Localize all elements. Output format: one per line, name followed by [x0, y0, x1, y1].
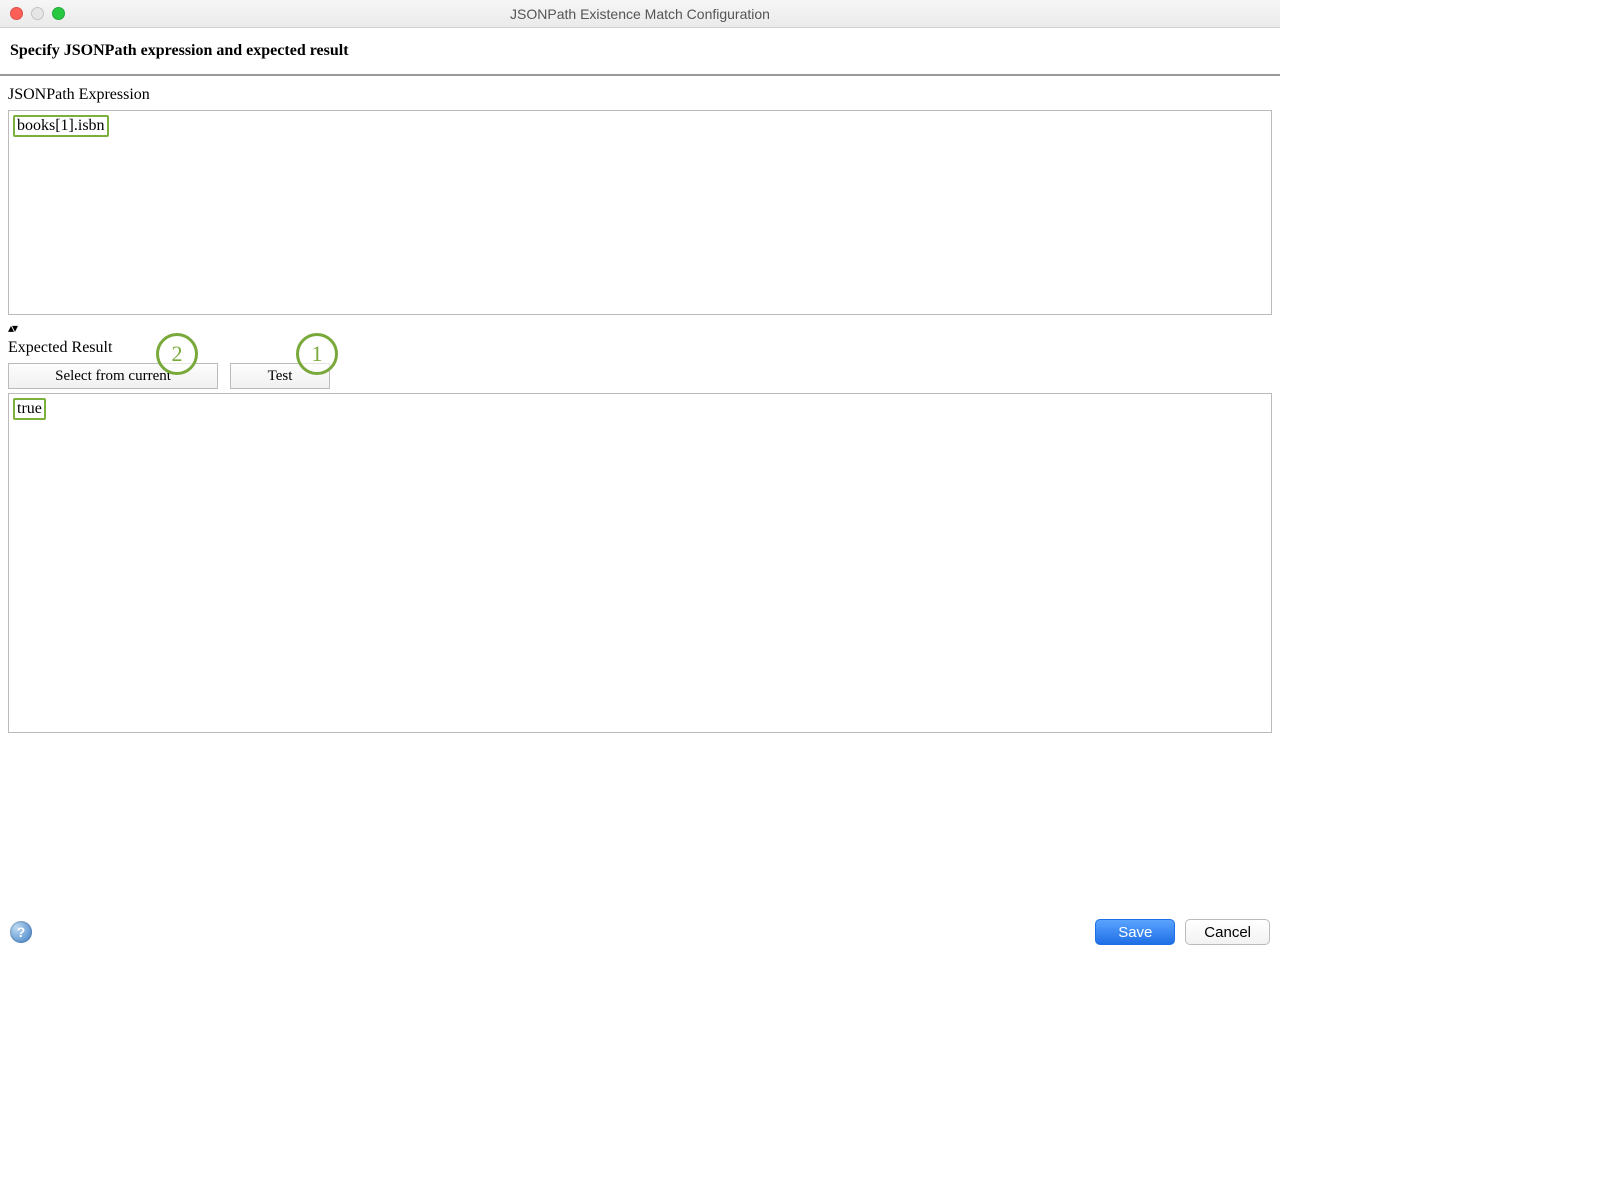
test-button[interactable]: Test: [230, 363, 330, 389]
expected-label: Expected Result: [8, 339, 1272, 357]
content-area: JSONPath Expression books[1].isbn ▴▾ Exp…: [0, 76, 1280, 913]
save-button[interactable]: Save: [1095, 919, 1175, 945]
help-icon[interactable]: ?: [10, 921, 32, 943]
expected-result-input[interactable]: true: [8, 393, 1272, 733]
titlebar: JSONPath Existence Match Configuration: [0, 0, 1280, 28]
page-header: Specify JSONPath expression and expected…: [0, 28, 1280, 76]
test-label: Test: [268, 368, 293, 385]
expected-value: true: [17, 400, 42, 417]
select-from-current-button[interactable]: Select from current: [8, 363, 218, 389]
select-from-current-label: Select from current: [55, 368, 171, 385]
footer: ? Save Cancel: [0, 913, 1280, 955]
expected-value-highlight: true: [13, 398, 46, 420]
cancel-button[interactable]: Cancel: [1185, 919, 1270, 945]
jsonpath-value-highlight: books[1].isbn: [13, 115, 109, 137]
save-button-label: Save: [1118, 924, 1152, 941]
expected-toolbar: Select from current Test 1 2: [8, 363, 1272, 389]
jsonpath-label: JSONPath Expression: [8, 86, 1272, 104]
window-title: JSONPath Existence Match Configuration: [0, 6, 1280, 22]
cancel-button-label: Cancel: [1204, 924, 1251, 941]
jsonpath-input[interactable]: books[1].isbn: [8, 110, 1272, 315]
expand-collapse-icon[interactable]: ▴▾: [8, 321, 1272, 335]
jsonpath-value: books[1].isbn: [17, 117, 105, 134]
